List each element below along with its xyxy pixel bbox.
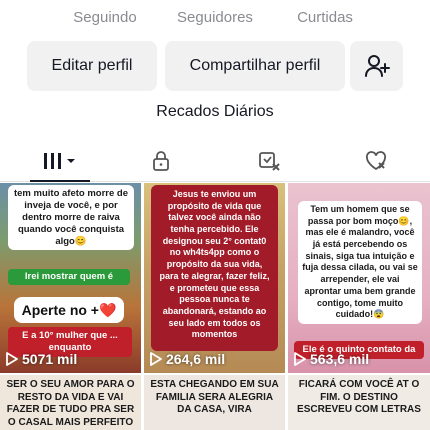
video-cta-text: Aperte no +❤️ [14,297,124,323]
play-icon [294,352,306,366]
profile-tabs [0,140,430,182]
following-stat[interactable]: Seguindo [50,0,160,26]
video-caption: FICARÁ COM VOCÊ AT O FIM. O DESTINO ESCR… [297,379,421,415]
grid-icon [44,153,75,169]
tab-videos[interactable] [30,140,90,182]
following-count [50,0,160,4]
edit-profile-button[interactable]: Editar perfil [27,41,157,91]
video-tile[interactable]: FICARÁ COM VOCÊ AT O FIM. O DESTINO ESCR… [288,375,430,430]
video-caption: Tem um homem que se passa por bom moço😊,… [298,201,422,324]
followers-stat[interactable]: Seguidores [160,0,270,26]
playlist-title[interactable]: Recados Diários [0,103,430,121]
add-friend-button[interactable] [350,41,403,91]
video-grid: tem muito afeto morre de inveja de você,… [0,183,430,430]
view-count: 264,6 mil [150,351,225,367]
lock-icon [153,151,169,171]
profile-stats: Seguindo Seguidores Curtidas [0,0,430,26]
tab-liked[interactable] [346,140,406,182]
followers-count [160,0,270,4]
likes-label: Curtidas [297,9,353,26]
video-caption: Jesus te enviou um propósito de vida que… [151,185,278,351]
repost-icon [259,152,280,171]
likes-stat[interactable]: Curtidas [270,0,380,26]
video-caption-highlight: Irei mostrar quem é [8,269,130,285]
likes-count [270,0,380,4]
play-icon [150,352,162,366]
video-tile[interactable]: tem muito afeto morre de inveja de você,… [0,183,141,373]
share-profile-button[interactable]: Compartilhar perfil [165,41,345,91]
heart-icon [365,151,387,171]
tab-reposts[interactable] [239,140,299,182]
tab-private[interactable] [131,140,191,182]
video-tile[interactable]: ESTA CHEGANDO EM SUA FAMILIA SERA ALEGRI… [144,375,285,430]
video-tile[interactable]: Tem um homem que se passa por bom moço😊,… [288,183,430,373]
view-count-value: 563,6 mil [310,351,370,367]
followers-label: Seguidores [177,9,253,26]
play-icon [6,352,18,366]
view-count: 5071 mil [6,351,77,367]
video-tile[interactable]: SER O SEU AMOR PARA O RESTO DA VIDA E VA… [0,375,141,430]
video-caption: tem muito afeto morre de inveja de você,… [8,185,134,251]
view-count-value: 5071 mil [22,351,78,367]
video-tile[interactable]: Jesus te enviou um propósito de vida que… [144,183,285,373]
view-count-value: 264,6 mil [166,351,226,367]
video-caption: SER O SEU AMOR PARA O RESTO DA VIDA E VA… [6,379,135,430]
following-label: Seguindo [73,9,137,26]
video-caption: ESTA CHEGANDO EM SUA FAMILIA SERA ALEGRI… [150,379,279,415]
active-tab-indicator [30,180,90,182]
view-count: 563,6 mil [294,351,369,367]
person-plus-icon [364,55,390,77]
